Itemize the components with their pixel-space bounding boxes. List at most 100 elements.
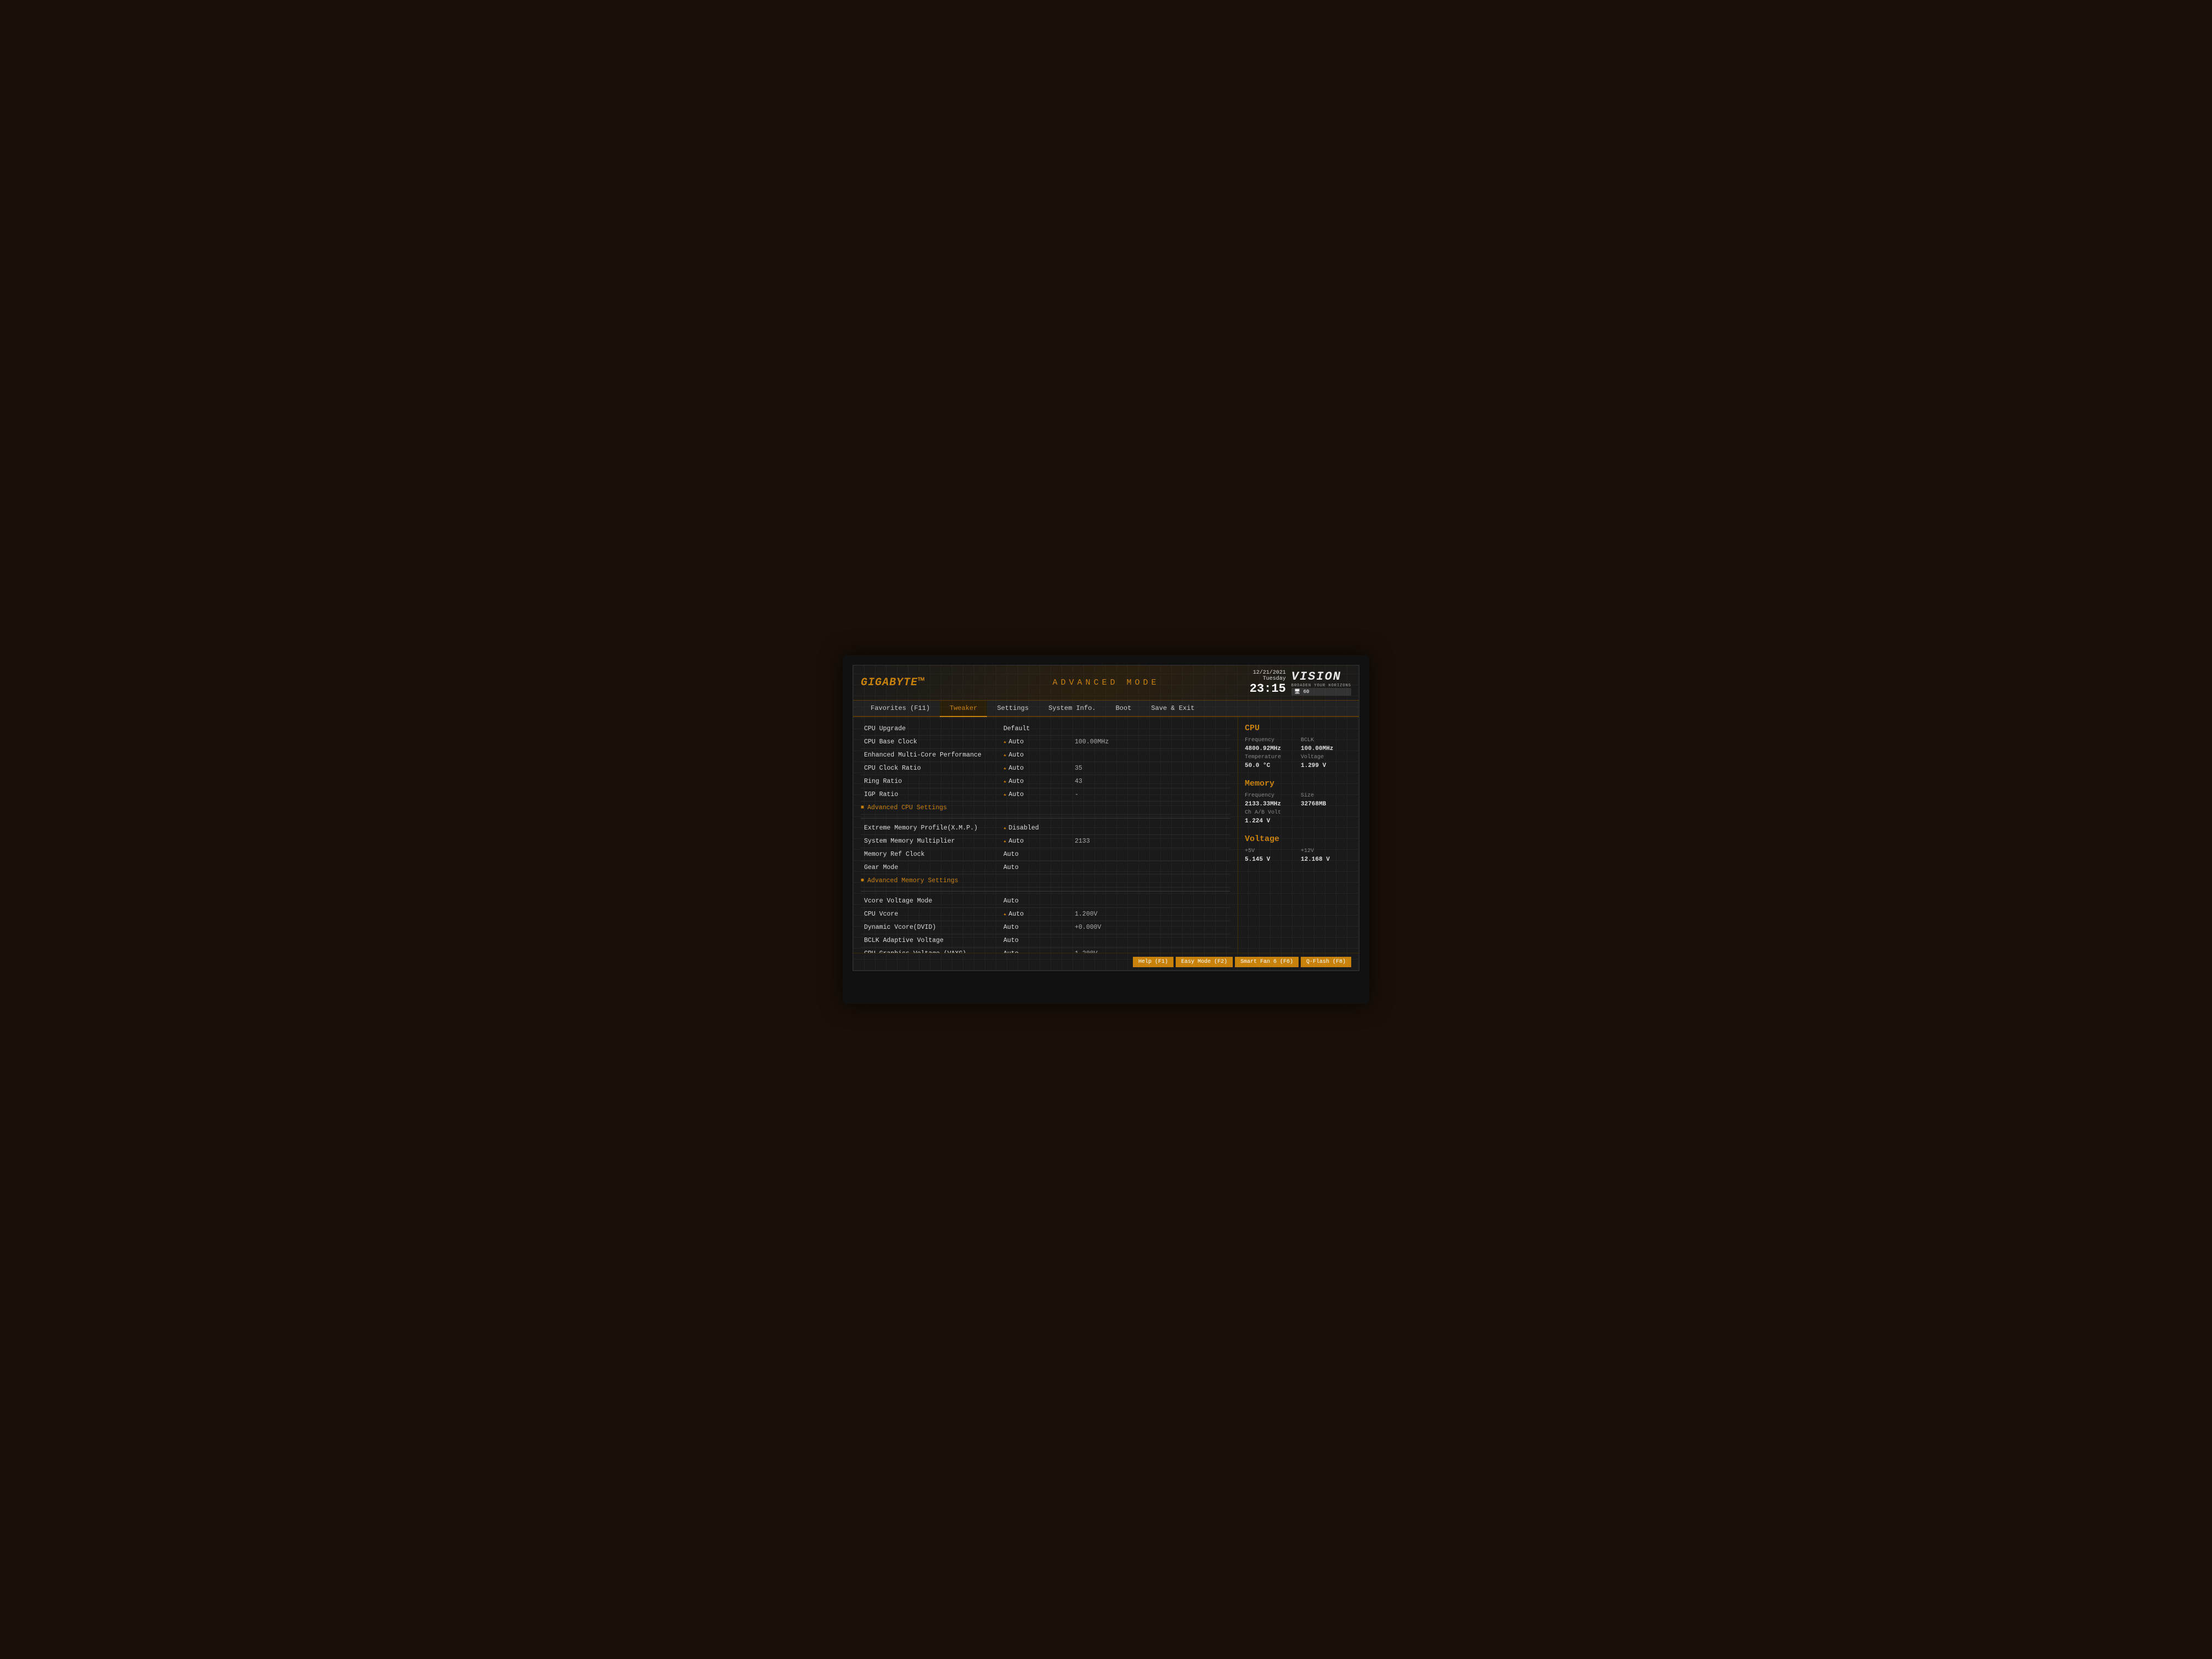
tab-favorites[interactable]: Favorites (F11) [861, 701, 940, 717]
value-vcore-mode: Auto [1003, 898, 1075, 905]
cpu-freq-value: 4800.92MHz [1245, 746, 1296, 752]
mem-size-label: Size [1301, 793, 1352, 799]
label-gear-mode: Gear Mode [861, 864, 1003, 871]
mem-freq-label: Frequency [1245, 793, 1296, 799]
value2-dynamic-vcore: +0.000V [1075, 924, 1230, 931]
setting-ring-ratio[interactable]: Ring Ratio ★ Auto 43 [861, 775, 1230, 788]
value-gear-mode: Auto [1003, 864, 1075, 871]
bios-header: GIGABYTE™ ADVANCED MODE 12/21/2021 Tuesd… [853, 665, 1359, 701]
label-vaxg: CPU Graphics Voltage (VAXG) [861, 950, 1003, 953]
vision-subtitle: BROADEN YOUR HORIZONS [1291, 684, 1351, 688]
setting-mem-ref-clock[interactable]: Memory Ref Clock Auto [861, 848, 1230, 861]
label-ring-ratio: Ring Ratio [861, 778, 1003, 785]
gigabyte-logo: GIGABYTE™ [861, 676, 925, 689]
bullet-icon: ■ [861, 878, 864, 884]
tab-tweaker[interactable]: Tweaker [940, 701, 987, 717]
voltage-section-title: Voltage [1245, 834, 1352, 844]
value-ring-ratio: ★ Auto [1003, 778, 1075, 785]
value-mem-ref-clock: Auto [1003, 851, 1075, 858]
advanced-mode-title: ADVANCED MODE [1052, 678, 1159, 687]
label-xmp: Extreme Memory Profile(X.M.P.) [861, 825, 1003, 832]
section-advanced-memory[interactable]: ■ Advanced Memory Settings [861, 874, 1230, 888]
label-cpu-clock-ratio: CPU Clock Ratio [861, 765, 1003, 772]
settings-panel[interactable]: CPU Upgrade Default CPU Base Clock ★ Aut… [853, 717, 1238, 953]
clock-display: 23:15 [1250, 682, 1286, 696]
value2-ring-ratio: 43 [1075, 778, 1230, 785]
label-advanced-cpu: ■ Advanced CPU Settings [861, 804, 1003, 811]
qflash-button[interactable]: Q-Flash (F8) [1301, 957, 1351, 967]
star-icon: ★ [1003, 766, 1006, 771]
memory-info-grid: Frequency Size 2133.33MHz 32768MB Ch A/B… [1245, 793, 1352, 825]
star-icon: ★ [1003, 826, 1006, 831]
label-cpu-base-clock: CPU Base Clock [861, 738, 1003, 746]
cpu-info-grid: Frequency BCLK 4800.92MHz 100.00MHz Temp… [1245, 737, 1352, 769]
value-cpu-vcore: ★ Auto [1003, 911, 1075, 918]
setting-xmp[interactable]: Extreme Memory Profile(X.M.P.) ★ Disable… [861, 822, 1230, 835]
label-enhanced-multicore: Enhanced Multi-Core Performance [861, 752, 1003, 759]
info-voltage-section: Voltage +5V +12V 5.145 V 12.168 V [1245, 834, 1352, 863]
tab-settings[interactable]: Settings [987, 701, 1039, 717]
bios-container: GIGABYTE™ ADVANCED MODE 12/21/2021 Tuesd… [853, 665, 1359, 971]
smart-fan-button[interactable]: Smart Fan 6 (F6) [1235, 957, 1299, 967]
voltage-info-grid: +5V +12V 5.145 V 12.168 V [1245, 848, 1352, 863]
volt-5v-value: 5.145 V [1245, 856, 1296, 863]
setting-cpu-upgrade[interactable]: CPU Upgrade Default [861, 723, 1230, 736]
value-cpu-base-clock: ★ Auto [1003, 738, 1075, 746]
mem-chvolt-label: Ch A/B Volt [1245, 810, 1352, 816]
setting-cpu-base-clock[interactable]: CPU Base Clock ★ Auto 100.00MHz [861, 736, 1230, 749]
label-advanced-memory: ■ Advanced Memory Settings [861, 877, 1003, 884]
setting-igp-ratio[interactable]: IGP Ratio ★ Auto - [861, 788, 1230, 802]
value-cpu-upgrade: Default [1003, 725, 1075, 732]
cpu-freq-label: Frequency [1245, 737, 1296, 743]
value2-vaxg: 1.200V [1075, 950, 1230, 953]
value-xmp: ★ Disabled [1003, 825, 1075, 832]
date-line2: Tuesday [1250, 676, 1286, 682]
tab-save-exit[interactable]: Save & Exit [1141, 701, 1204, 717]
label-vcore-mode: Vcore Voltage Mode [861, 898, 1003, 905]
label-mem-ref-clock: Memory Ref Clock [861, 851, 1003, 858]
datetime-block: 12/21/2021 Tuesday 23:15 [1250, 670, 1286, 696]
bullet-icon: ■ [861, 805, 864, 811]
section-advanced-cpu[interactable]: ■ Advanced CPU Settings [861, 802, 1230, 815]
header-right: 12/21/2021 Tuesday 23:15 VISION BROADEN … [1250, 670, 1351, 696]
star-icon: ★ [1003, 912, 1006, 917]
value-mem-multiplier: ★ Auto [1003, 838, 1075, 845]
bios-main: CPU Upgrade Default CPU Base Clock ★ Aut… [853, 717, 1359, 953]
info-memory-section: Memory Frequency Size 2133.33MHz 32768MB… [1245, 779, 1352, 825]
value2-mem-multiplier: 2133 [1075, 838, 1230, 845]
value2-cpu-base-clock: 100.00MHz [1075, 738, 1230, 746]
setting-gear-mode[interactable]: Gear Mode Auto [861, 861, 1230, 874]
setting-cpu-clock-ratio[interactable]: CPU Clock Ratio ★ Auto 35 [861, 762, 1230, 775]
label-bclk-adaptive: BCLK Adaptive Voltage [861, 937, 1003, 944]
label-igp-ratio: IGP Ratio [861, 791, 1003, 798]
help-button[interactable]: Help (F1) [1133, 957, 1173, 967]
cpu-bclk-value: 100.00MHz [1301, 746, 1352, 752]
setting-dynamic-vcore[interactable]: Dynamic Vcore(DVID) Auto +0.000V [861, 921, 1230, 934]
setting-cpu-vcore[interactable]: CPU Vcore ★ Auto 1.200V [861, 908, 1230, 921]
cpu-section-title: CPU [1245, 724, 1352, 733]
easy-mode-button[interactable]: Easy Mode (F2) [1176, 957, 1233, 967]
value-cpu-clock-ratio: ★ Auto [1003, 765, 1075, 772]
setting-enhanced-multicore[interactable]: Enhanced Multi-Core Performance ★ Auto [861, 749, 1230, 762]
info-panel: CPU Frequency BCLK 4800.92MHz 100.00MHz … [1238, 717, 1359, 953]
value-dynamic-vcore: Auto [1003, 924, 1075, 931]
vision-logo: VISION [1291, 670, 1351, 684]
cpu-volt-value: 1.299 V [1301, 763, 1352, 769]
setting-vcore-mode[interactable]: Vcore Voltage Mode Auto [861, 895, 1230, 908]
setting-mem-multiplier[interactable]: System Memory Multiplier ★ Auto 2133 [861, 835, 1230, 848]
value-vaxg: Auto [1003, 950, 1075, 953]
tab-boot[interactable]: Boot [1105, 701, 1141, 717]
mem-chvolt-value: 1.224 V [1245, 818, 1352, 825]
cpu-temp-value: 50.0 °C [1245, 763, 1296, 769]
fps-badge: 🖥 60 [1291, 688, 1351, 696]
setting-vaxg[interactable]: CPU Graphics Voltage (VAXG) Auto 1.200V [861, 947, 1230, 953]
value2-cpu-clock-ratio: 35 [1075, 765, 1230, 772]
bios-nav: Favorites (F11) Tweaker Settings System … [853, 701, 1359, 717]
cpu-temp-label: Temperature [1245, 754, 1296, 760]
label-cpu-upgrade: CPU Upgrade [861, 725, 1003, 732]
setting-bclk-adaptive[interactable]: BCLK Adaptive Voltage Auto [861, 934, 1230, 947]
value-bclk-adaptive: Auto [1003, 937, 1075, 944]
info-cpu-section: CPU Frequency BCLK 4800.92MHz 100.00MHz … [1245, 724, 1352, 769]
volt-5v-label: +5V [1245, 848, 1296, 854]
tab-sysinfo[interactable]: System Info. [1039, 701, 1105, 717]
